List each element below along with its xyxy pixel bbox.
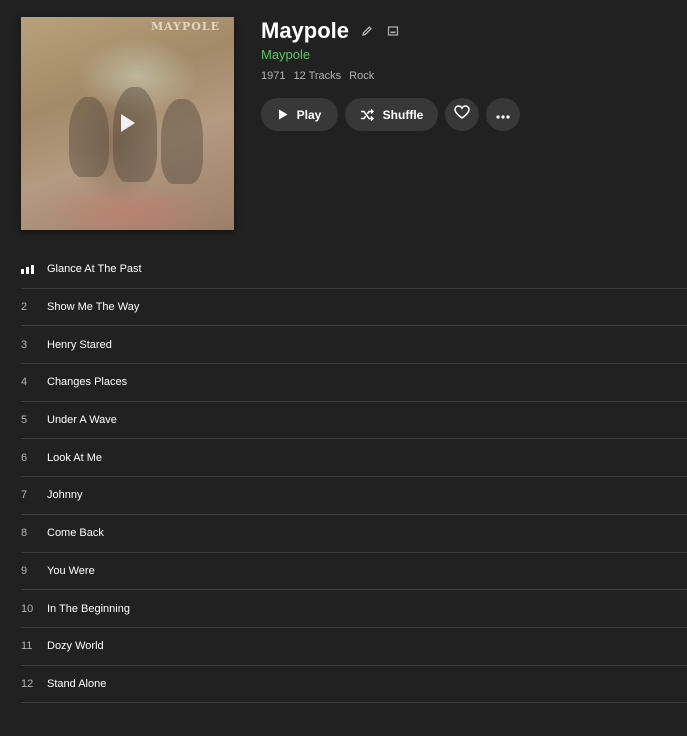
track-row[interactable]: 12 Stand Alone <box>21 666 687 704</box>
track-row[interactable]: 11 Dozy World <box>21 628 687 666</box>
heart-icon <box>454 105 470 124</box>
shuffle-button[interactable]: Shuffle <box>345 98 438 131</box>
album-header: MAYPOLE Maypole Maypole 1971 12 Tracks R… <box>0 0 687 250</box>
cover-play-icon[interactable] <box>121 114 135 132</box>
play-icon <box>278 109 288 120</box>
more-icon <box>496 106 510 124</box>
track-title: Under A Wave <box>47 414 117 427</box>
track-number: 11 <box>21 640 33 653</box>
image-icon[interactable] <box>385 23 401 39</box>
action-bar: Play Shuffle <box>261 98 520 131</box>
track-number: 9 <box>21 564 28 577</box>
track-title: In The Beginning <box>47 602 130 615</box>
more-options-button[interactable] <box>486 98 520 131</box>
favorite-button[interactable] <box>445 98 479 131</box>
track-row[interactable]: 3 Henry Stared <box>21 326 687 365</box>
track-number: 8 <box>21 527 28 540</box>
track-row[interactable]: 8 Come Back <box>21 515 687 553</box>
track-row[interactable]: 10 In The Beginning <box>21 590 687 628</box>
edit-icon[interactable] <box>359 23 375 39</box>
track-title: Changes Places <box>47 376 128 389</box>
album-track-count: 12 Tracks <box>293 70 342 82</box>
play-label: Play <box>296 107 322 122</box>
track-row[interactable]: 2 Show Me The Way <box>21 289 687 327</box>
title-row: Maypole <box>261 17 401 45</box>
album-year: 1971 <box>261 70 286 82</box>
album-title: Maypole <box>261 18 350 43</box>
track-number: 10 <box>21 602 34 615</box>
track-list: Glance At The Past 2 Show Me The Way 3 Henry… <box>21 251 687 704</box>
track-title: Henry Stared <box>47 338 112 351</box>
cover-figure <box>113 87 157 182</box>
album-page: MAYPOLE Maypole Maypole 1971 12 Tracks R… <box>0 0 687 736</box>
track-row[interactable]: 9 You Were <box>21 553 687 591</box>
track-row[interactable]: Glance At The Past <box>21 251 687 289</box>
track-number: 2 <box>21 301 28 314</box>
cover-logo-text: MAYPOLE <box>151 20 220 33</box>
track-title: Look At Me <box>47 451 103 464</box>
track-number: 4 <box>21 376 28 389</box>
cover-figure <box>161 99 203 184</box>
play-button[interactable]: Play <box>261 98 338 131</box>
track-title: Glance At The Past <box>47 263 142 276</box>
track-title: You Were <box>47 564 95 577</box>
track-title: Stand Alone <box>47 677 107 690</box>
album-meta: 1971 12 Tracks Rock <box>261 70 374 82</box>
cover-figure <box>69 97 109 177</box>
artist-link[interactable]: Maypole <box>261 47 310 62</box>
track-row[interactable]: 7 Johnny <box>21 477 687 515</box>
track-title: Show Me The Way <box>47 301 140 314</box>
track-row[interactable]: 4 Changes Places <box>21 364 687 402</box>
track-number: 7 <box>21 489 28 502</box>
track-row[interactable]: 5 Under A Wave <box>21 402 687 440</box>
track-number: 6 <box>21 451 28 464</box>
shuffle-label: Shuffle <box>382 107 424 122</box>
track-title: Come Back <box>47 527 104 540</box>
track-title: Johnny <box>47 489 83 502</box>
track-number: 3 <box>21 338 28 351</box>
shuffle-icon <box>360 108 374 121</box>
album-cover[interactable]: MAYPOLE <box>21 17 234 230</box>
track-row[interactable]: 6 Look At Me <box>21 439 687 478</box>
now-playing-icon <box>21 264 47 274</box>
album-genre[interactable]: Rock <box>349 70 374 82</box>
track-title: Dozy World <box>47 640 104 653</box>
track-number: 5 <box>21 414 28 427</box>
track-number: 12 <box>21 677 34 690</box>
